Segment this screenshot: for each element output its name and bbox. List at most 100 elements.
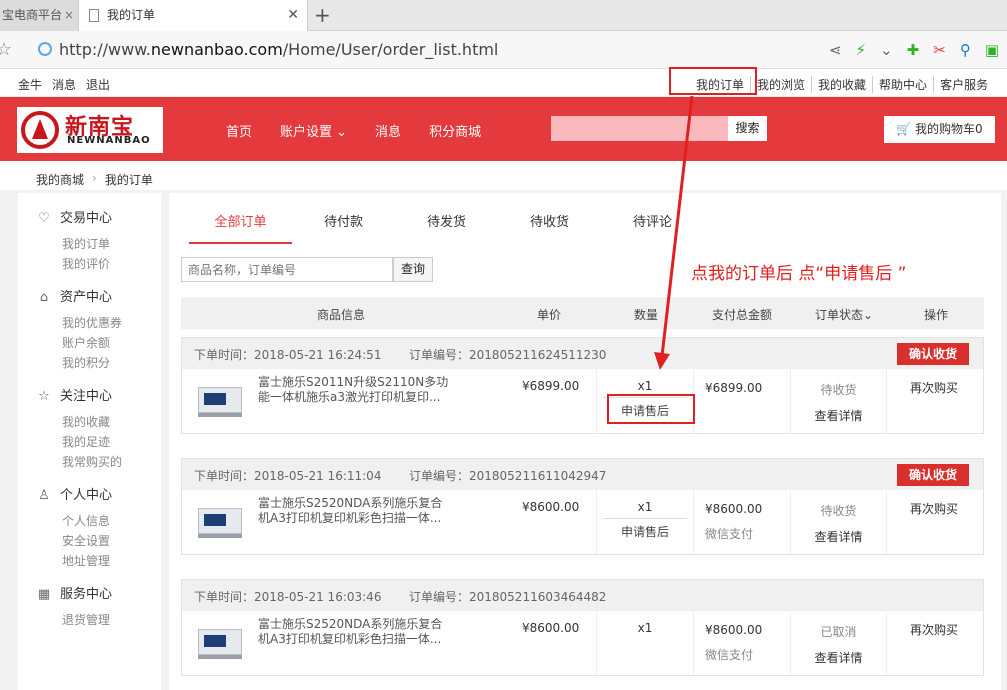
quantity-cell: x1 <box>596 611 694 675</box>
confirm-receipt-button[interactable]: 确认收货 <box>897 343 969 365</box>
scissors-icon[interactable]: ✂ <box>933 41 946 59</box>
product-name-link[interactable]: 富士施乐S2011N升级S2110N多功能一体机施乐a3激光打印机复印... <box>258 375 454 405</box>
nav-messages[interactable]: 消息 <box>375 121 401 140</box>
tab-pending-shipment[interactable]: 待发货 <box>395 211 498 244</box>
view-details-link[interactable]: 查看详情 <box>791 528 886 545</box>
sidebar-item-security[interactable]: 安全设置 <box>62 532 110 549</box>
buy-again-link[interactable]: 再次购买 <box>910 621 958 638</box>
apply-after-sale-link[interactable]: 申请售后 <box>603 518 687 540</box>
close-icon[interactable]: × <box>64 0 74 31</box>
site-search-input[interactable] <box>551 116 728 141</box>
order-time: 下单时间：2018-05-21 16:24:51 <box>194 348 382 362</box>
order-card: 下单时间：2018-05-21 16:03:46 订单编号：2018052116… <box>181 579 984 676</box>
product-image[interactable] <box>194 500 246 542</box>
cart-button[interactable]: 🛒 我的购物车0 <box>884 116 995 143</box>
order-search-input[interactable] <box>181 257 393 282</box>
browser-tab-inactive[interactable]: 宝电商平台 × <box>0 0 78 31</box>
sidebar-item-frequent[interactable]: 我常购买的 <box>62 453 122 470</box>
sidebar-item-my-orders[interactable]: 我的订单 <box>62 235 110 252</box>
help-center-link[interactable]: 帮助中心 <box>873 76 935 93</box>
tab-pending-review[interactable]: 待评论 <box>601 211 704 244</box>
sidebar-item-address[interactable]: 地址管理 <box>62 552 110 569</box>
sidebar-item-my-reviews[interactable]: 我的评价 <box>62 255 110 272</box>
new-tab-button[interactable]: + <box>314 0 331 30</box>
order-card: 下单时间：2018-05-21 16:11:04 订单编号：2018052116… <box>181 458 984 555</box>
site-info-icon[interactable] <box>38 42 52 56</box>
browser-toolbar: ⋖ ⚡ ⌄ ✚ ✂ ⚲ ▣ <box>829 39 999 61</box>
product-image[interactable] <box>194 379 246 421</box>
messages-link[interactable]: 消息 <box>52 76 76 93</box>
breadcrumb: 我的商城 › 我的订单 <box>36 171 153 188</box>
sidebar-item-returns[interactable]: 退货管理 <box>62 611 110 628</box>
view-details-link[interactable]: 查看详情 <box>791 649 886 666</box>
customer-service-link[interactable]: 客户服务 <box>934 76 994 93</box>
extension-icon[interactable]: ✚ <box>907 41 920 59</box>
sidebar-title-personal[interactable]: ♙ 个人中心 <box>36 484 112 503</box>
product-name-link[interactable]: 富士施乐S2520NDA系列施乐复合机A3打印机复印机彩色扫描一体... <box>258 496 454 526</box>
quantity: x1 <box>637 500 653 514</box>
sidebar-title-trade[interactable]: ♡ 交易中心 <box>36 207 112 226</box>
sidebar-item-coupons[interactable]: 我的优惠券 <box>62 314 122 331</box>
user-name-link[interactable]: 金牛 <box>18 76 42 93</box>
unit-price: ¥8600.00 <box>522 621 580 635</box>
close-icon[interactable]: ✕ <box>287 0 299 31</box>
order-time: 下单时间：2018-05-21 16:03:46 <box>194 590 382 604</box>
confirm-receipt-button[interactable]: 确认收货 <box>897 464 969 486</box>
sidebar-title-label: 关注中心 <box>60 389 113 404</box>
nav-points-mall[interactable]: 积分商城 <box>429 121 481 140</box>
sidebar-title-assets[interactable]: ⌂ 资产中心 <box>36 286 112 305</box>
tab-all-orders[interactable]: 全部订单 <box>189 211 292 244</box>
breadcrumb-home[interactable]: 我的商城 <box>36 171 84 188</box>
my-history-link[interactable]: 我的浏览 <box>751 76 813 93</box>
page-icon <box>89 9 99 22</box>
gamepad-icon[interactable]: ▣ <box>985 41 999 59</box>
address-bar: ☆ http://www.newnanbao.com/Home/User/ord… <box>0 31 1007 69</box>
order-table-header: 商品信息 单价 数量 支付总金额 订单状态⌄ 操作 <box>181 297 984 329</box>
sidebar-item-profile[interactable]: 个人信息 <box>62 512 110 529</box>
order-card-header: 下单时间：2018-05-21 16:24:51 订单编号：2018052116… <box>182 338 983 369</box>
order-card-header: 下单时间：2018-05-21 16:11:04 订单编号：2018052116… <box>182 459 983 490</box>
view-details-link[interactable]: 查看详情 <box>791 407 886 424</box>
sidebar-item-balance[interactable]: 账户余额 <box>62 334 110 351</box>
buy-again-link[interactable]: 再次购买 <box>910 500 958 517</box>
sidebar-item-footprints[interactable]: 我的足迹 <box>62 433 110 450</box>
logout-link[interactable]: 退出 <box>86 76 110 93</box>
sidebar-item-favorites[interactable]: 我的收藏 <box>62 413 110 430</box>
bookmark-star-icon[interactable]: ☆ <box>0 39 12 60</box>
share-icon[interactable]: ⋖ <box>829 41 842 59</box>
header-total: 支付总金额 <box>712 308 773 322</box>
url-field[interactable]: http://www.newnanbao.com/Home/User/order… <box>59 40 498 59</box>
header-status[interactable]: 订单状态⌄ <box>815 306 873 323</box>
my-favorites-link[interactable]: 我的收藏 <box>812 76 874 93</box>
star-icon: ☆ <box>38 389 50 404</box>
chevron-down-icon[interactable]: ⌄ <box>880 41 893 59</box>
header-unit-price: 单价 <box>537 308 562 322</box>
building-icon: ▦ <box>37 587 51 602</box>
sidebar-title-follow[interactable]: ☆ 关注中心 <box>36 385 112 404</box>
unit-price: ¥8600.00 <box>522 500 580 514</box>
search-icon[interactable]: ⚲ <box>960 41 971 59</box>
header-quantity: 数量 <box>634 308 659 322</box>
site-search-button[interactable]: 搜索 <box>728 116 767 141</box>
browser-tab-active[interactable]: 我的订单 ✕ <box>78 0 308 31</box>
sidebar-title-label: 服务中心 <box>60 587 113 602</box>
sidebar-item-points[interactable]: 我的积分 <box>62 354 110 371</box>
product-image[interactable] <box>194 621 246 663</box>
nav-account-settings[interactable]: 账户设置 ⌄ <box>280 121 347 140</box>
site-logo[interactable]: 新南宝 NEWNANBAO <box>17 107 163 153</box>
chevron-right-icon: › <box>92 171 97 185</box>
tab-pending-payment[interactable]: 待付款 <box>292 211 395 244</box>
user-icon: ♙ <box>38 488 50 503</box>
order-number: 订单编号：201805211603464482 <box>409 590 607 604</box>
nav-home[interactable]: 首页 <box>226 121 252 140</box>
sidebar-title-service[interactable]: ▦ 服务中心 <box>36 583 112 602</box>
lightning-icon[interactable]: ⚡ <box>856 41 867 59</box>
buy-again-link[interactable]: 再次购买 <box>910 379 958 396</box>
url-prefix: http://www. <box>59 40 151 59</box>
product-name-link[interactable]: 富士施乐S2520NDA系列施乐复合机A3打印机复印机彩色扫描一体... <box>258 617 454 647</box>
handshake-icon: ♡ <box>38 211 50 226</box>
breadcrumb-current: 我的订单 <box>104 173 153 187</box>
quantity: x1 <box>637 379 653 393</box>
order-search-button[interactable]: 查询 <box>393 257 433 282</box>
tab-pending-receipt[interactable]: 待收货 <box>498 211 601 244</box>
